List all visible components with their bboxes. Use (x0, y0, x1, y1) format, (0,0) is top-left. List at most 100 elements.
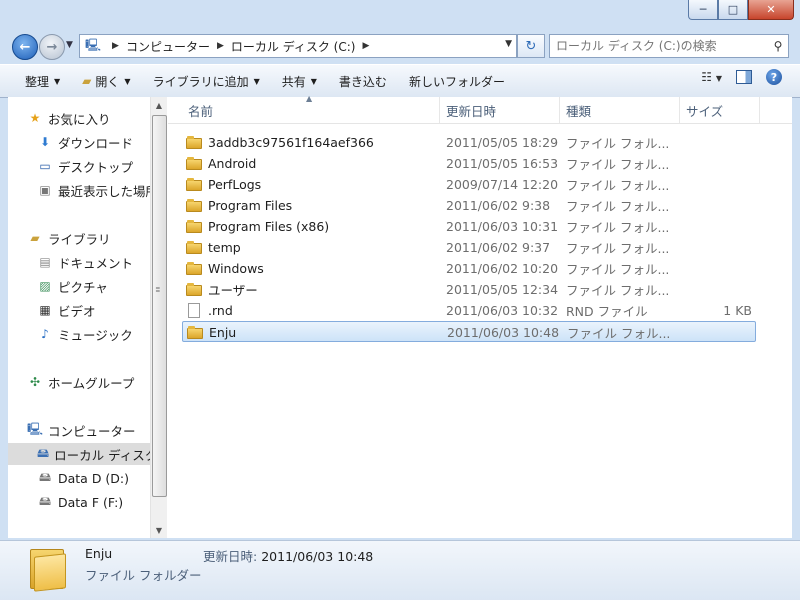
chevron-right-icon[interactable]: ▶ (217, 41, 224, 51)
file-type-cell: ファイル フォル... (566, 220, 670, 235)
file-date-cell: 2011/05/05 12:34 (446, 282, 559, 297)
column-header-type[interactable]: 種類 (560, 97, 680, 123)
nav-libraries[interactable]: ▰ ライブラリ (27, 227, 110, 249)
nav-music-label: ミュージック (58, 327, 133, 343)
table-row[interactable]: .rnd 2011/06/03 10:32 RND ファイル 1 KB (182, 300, 756, 321)
music-icon: ♪ (41, 327, 49, 341)
nav-music[interactable]: ♪ ミュージック (37, 323, 133, 345)
folder-icon (186, 157, 202, 170)
address-bar[interactable]: 🖳 ▶ コンピューター ▶ ローカル ディスク (C:) ▶ ▼ (79, 34, 517, 58)
file-size-cell (686, 216, 752, 237)
details-name: Enju (85, 546, 113, 561)
organize-button[interactable]: 整理 ▼ (15, 69, 71, 93)
column-header-size[interactable]: サイズ (680, 97, 760, 123)
details-type: ファイル フォルダー (85, 568, 202, 583)
computer-icon: 🖳 (85, 37, 102, 52)
homegroup-icon: ✣ (29, 375, 41, 389)
navigation-pane: ★ お気に入り ⬇ ダウンロード ▭ デスクトップ ▣ 最近表示した場所 ▰ ライブラリ … (8, 97, 150, 538)
table-row[interactable]: 3addb3c97561f164aef366 2011/05/05 18:29 ファ… (182, 132, 756, 153)
nav-downloads-label: ダウンロード (58, 135, 134, 151)
refresh-button[interactable]: ↻ (517, 34, 545, 58)
table-row[interactable]: Enju 2011/06/03 10:48 ファイル フォル... (182, 321, 756, 342)
nav-data-d[interactable]: 🖴 Data D (D:) (37, 467, 129, 489)
search-icon[interactable]: ⚲ (768, 39, 788, 53)
address-dropdown[interactable]: ▼ (505, 39, 512, 49)
scroll-up-icon[interactable]: ▲ (151, 97, 167, 113)
navigation-scrollbar[interactable]: ▲ ═ ═ ▼ (150, 97, 167, 538)
table-row[interactable]: Windows 2011/06/02 10:20 ファイル フォル... (182, 258, 756, 279)
nav-computer[interactable]: 🖳 コンピューター (27, 419, 136, 441)
column-header-date[interactable]: 更新日時 (440, 97, 560, 123)
burn-button[interactable]: 書き込む (328, 69, 398, 93)
history-dropdown[interactable]: ▼ (66, 40, 73, 50)
breadcrumb-computer[interactable]: コンピューター (126, 38, 210, 55)
minimize-button[interactable]: ─ (688, 0, 718, 20)
chevron-right-icon[interactable]: ▶ (112, 41, 119, 51)
file-size-cell (686, 174, 752, 195)
nav-downloads[interactable]: ⬇ ダウンロード (37, 131, 133, 153)
file-name-cell: Enju (187, 322, 236, 343)
file-name-cell: Program Files (x86) (186, 216, 329, 237)
file-date-cell: 2011/06/03 10:31 (446, 219, 559, 234)
search-box[interactable]: ⚲ (549, 34, 789, 58)
nav-local-disk[interactable]: 🖴 ローカル ディスク (C:) (8, 443, 150, 465)
view-options-button[interactable]: ☷ ▼ (701, 70, 722, 84)
maximize-button[interactable]: □ (718, 0, 748, 20)
chevron-right-icon[interactable]: ▶ (362, 41, 369, 51)
file-name-cell: .rnd (186, 300, 233, 321)
file-date-cell: 2011/05/05 18:29 (446, 135, 559, 150)
file-type-cell: ファイル フォル... (566, 136, 670, 151)
nav-homegroup-label: ホームグループ (48, 375, 135, 391)
details-modified-value: 2011/06/03 10:48 (261, 549, 374, 564)
close-button[interactable]: ✕ (748, 0, 794, 20)
preview-pane-button[interactable] (736, 70, 752, 84)
refresh-icon: ↻ (525, 38, 537, 54)
file-name: .rnd (208, 303, 233, 318)
details-modified: 更新日時: 2011/06/03 10:48 (203, 546, 373, 565)
nav-videos[interactable]: ▦ ビデオ (37, 299, 95, 321)
nav-data-f[interactable]: 🖴 Data F (F:) (37, 491, 123, 513)
search-input[interactable] (550, 38, 768, 54)
nav-favorites[interactable]: ★ お気に入り (27, 107, 111, 129)
file-name-cell: Program Files (186, 195, 292, 216)
organize-label: 整理 (25, 74, 50, 89)
file-name: Program Files (208, 198, 293, 213)
folder-icon (186, 241, 202, 254)
nav-pictures-label: ピクチャ (58, 279, 108, 295)
file-name: Android (208, 156, 257, 171)
scroll-thumb[interactable] (152, 115, 167, 497)
table-row[interactable]: Program Files (x86) 2011/06/03 10:31 ファイル … (182, 216, 756, 237)
file-name: PerfLogs (208, 177, 262, 192)
forward-button[interactable]: → (39, 34, 65, 60)
view-controls: ☷ ▼ ? (701, 69, 782, 85)
star-icon: ★ (29, 111, 41, 125)
nav-recent-places[interactable]: ▣ 最近表示した場所 (37, 179, 150, 201)
file-size-cell (686, 237, 752, 258)
file-size-cell (686, 279, 752, 300)
folder-icon (186, 283, 202, 296)
table-row[interactable]: Program Files 2011/06/02 9:38 ファイル フォル... (182, 195, 756, 216)
file-name: 3addb3c97561f164aef366 (208, 135, 374, 150)
back-button[interactable]: ← (12, 34, 38, 60)
folder-icon (186, 199, 202, 212)
table-row[interactable]: temp 2011/06/02 9:37 ファイル フォル... (182, 237, 756, 258)
scroll-down-icon[interactable]: ▼ (151, 522, 167, 538)
nav-desktop[interactable]: ▭ デスクトップ (37, 155, 133, 177)
nav-homegroup[interactable]: ✣ ホームグループ (27, 371, 134, 393)
table-row[interactable]: PerfLogs 2009/07/14 12:20 ファイル フォル... (182, 174, 756, 195)
include-library-button[interactable]: ライブラリに追加 ▼ (142, 69, 271, 93)
breadcrumb-local-disk[interactable]: ローカル ディスク (C:) (231, 38, 356, 55)
open-button[interactable]: ▰ 開く ▼ (71, 69, 141, 93)
file-list: 名前 ▲ 更新日時 種類 サイズ 3addb3c97561f164aef366 2… (168, 94, 792, 538)
nav-pictures[interactable]: ▨ ピクチャ (37, 275, 108, 297)
table-row[interactable]: ユーザー 2011/05/05 12:34 ファイル フォル... (182, 279, 756, 300)
nav-documents[interactable]: ▤ ドキュメント (37, 251, 133, 273)
new-folder-button[interactable]: 新しいフォルダー (398, 69, 516, 93)
share-button[interactable]: 共有 ▼ (271, 69, 328, 93)
file-type-cell: ファイル フォル... (566, 199, 670, 214)
file-name-cell: 3addb3c97561f164aef366 (186, 132, 374, 153)
folder-icon (30, 547, 66, 592)
table-row[interactable]: Android 2011/05/05 16:53 ファイル フォル... (182, 153, 756, 174)
help-button[interactable]: ? (766, 69, 782, 85)
chevron-down-icon: ▼ (54, 76, 61, 86)
